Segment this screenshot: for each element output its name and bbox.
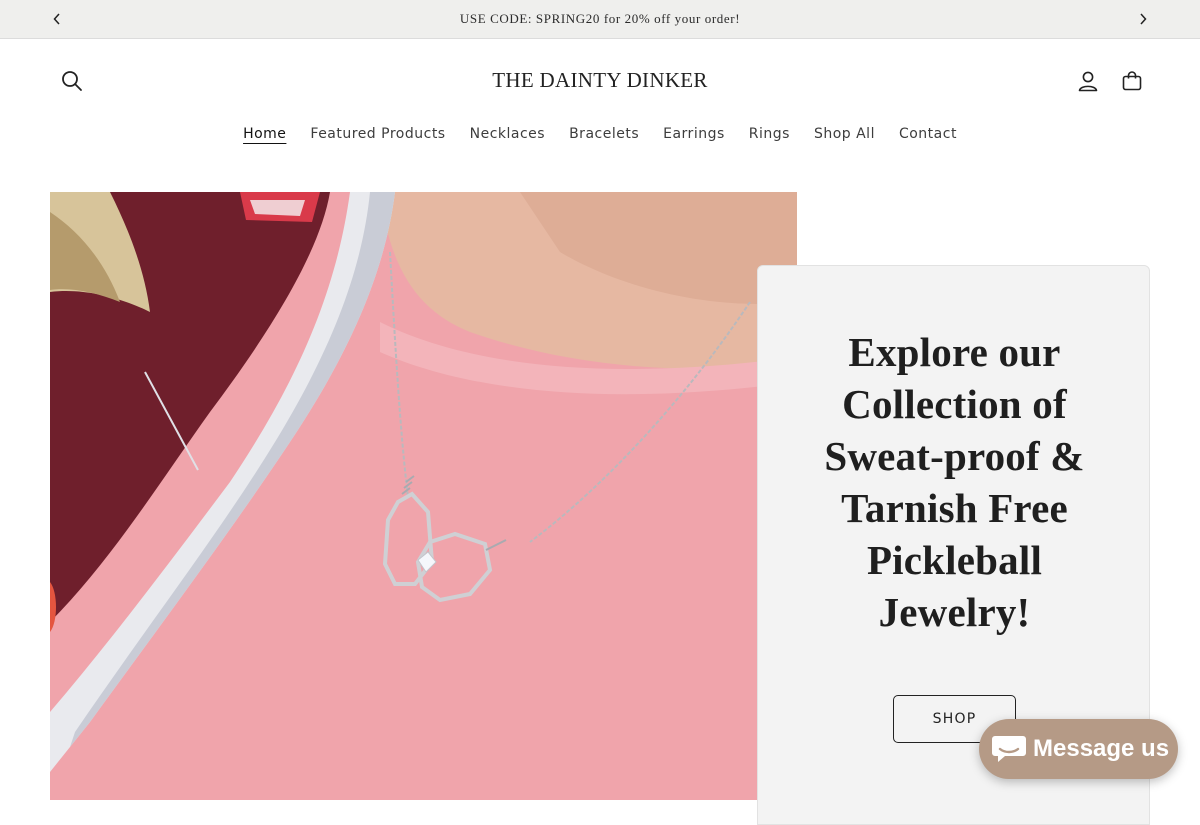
nav-item-shop-all[interactable]: Shop All (802, 122, 887, 146)
announcement-message: USE CODE: SPRING20 for 20% off your orde… (459, 11, 741, 26)
nav-item-home[interactable]: Home (231, 122, 298, 146)
nav-item-rings[interactable]: Rings (737, 122, 802, 146)
message-us-label: Message us (1033, 735, 1170, 762)
cart-icon (1122, 71, 1142, 91)
chat-bubble-icon (992, 736, 1026, 762)
announcement-next-button[interactable] (1133, 9, 1153, 29)
nav-item-earrings[interactable]: Earrings (651, 122, 737, 146)
announcement-bar: USE CODE: SPRING20 for 20% off your orde… (0, 0, 1200, 39)
nav-item-featured-products[interactable]: Featured Products (298, 122, 457, 146)
nav-item-necklaces[interactable]: Necklaces (458, 122, 557, 146)
nav-item-contact[interactable]: Contact (887, 122, 969, 146)
account-icon (1078, 71, 1098, 92)
hero-image (50, 192, 797, 800)
chevron-left-icon (53, 13, 60, 25)
search-icon (62, 71, 82, 91)
chevron-right-icon (1140, 13, 1147, 25)
cart-button[interactable] (1116, 65, 1148, 97)
nav-item-bracelets[interactable]: Bracelets (557, 122, 651, 146)
message-us-button[interactable]: Message us (979, 719, 1178, 779)
account-button[interactable] (1072, 65, 1104, 97)
announcement-prev-button[interactable] (47, 9, 67, 29)
search-button[interactable] (56, 65, 88, 97)
main-nav: Home Featured Products Necklaces Bracele… (0, 122, 1200, 146)
hero-heading: Explore our Collection of Sweat-proof & … (824, 329, 1085, 635)
store-logo[interactable]: THE DAINTY DINKER (450, 68, 750, 93)
